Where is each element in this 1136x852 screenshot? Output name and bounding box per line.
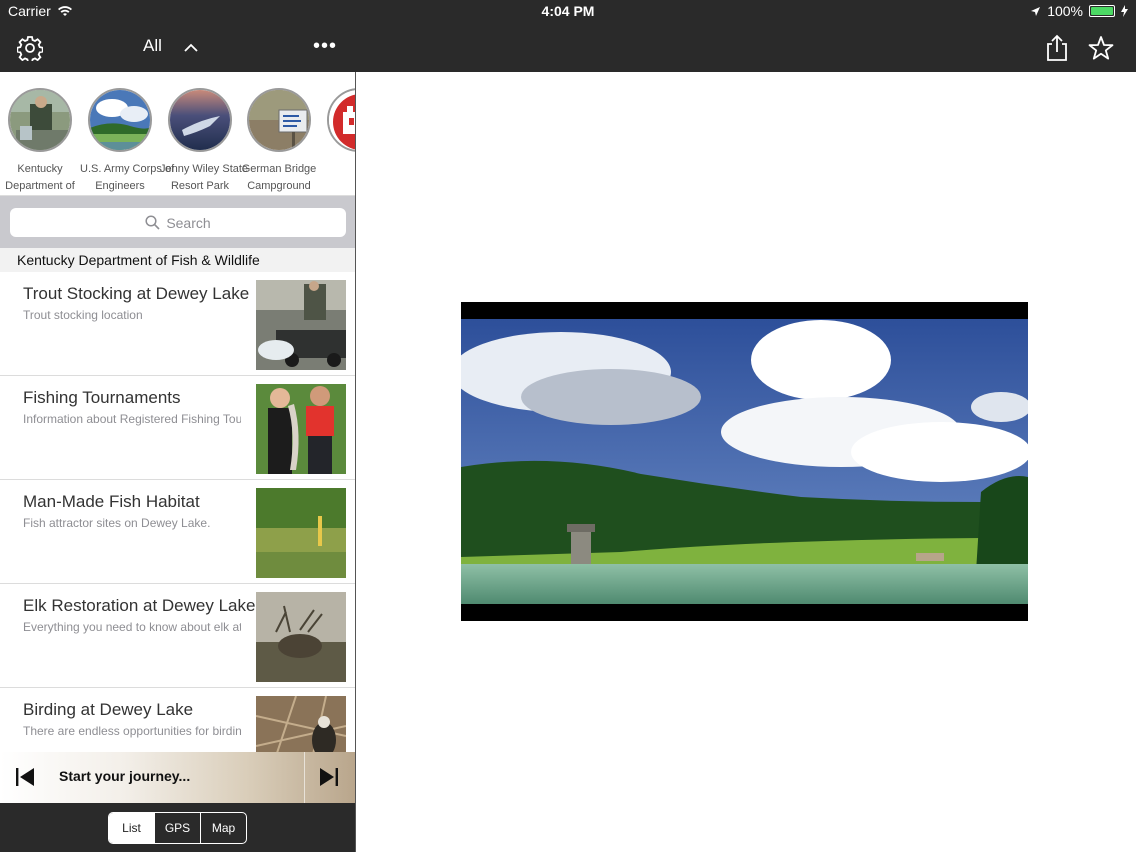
skip-forward-icon[interactable] (318, 766, 340, 788)
category-thumbnail (168, 88, 232, 152)
list-item-subtitle: Everything you need to know about elk at… (23, 620, 241, 634)
list-item-thumbnail (256, 696, 346, 752)
category-item[interactable]: Kentucky Department of (0, 88, 80, 195)
section-header: Kentucky Department of Fish & Wildlife (0, 248, 355, 272)
list-item-thumbnail (256, 488, 346, 578)
list-item-subtitle: Fish attractor sites on Dewey Lake. (23, 516, 211, 530)
journey-separator (304, 752, 305, 803)
category-thumbnail (8, 88, 72, 152)
list-item-subtitle: Trout stocking location (23, 308, 143, 322)
list-item-thumbnail (256, 592, 346, 682)
segment-list[interactable]: List (109, 813, 154, 843)
filter-title[interactable]: All (0, 36, 305, 56)
bottom-toolbar: List GPS Map (0, 803, 355, 852)
category-thumbnail (247, 88, 311, 152)
list-item[interactable]: Fishing Tournaments Information about Re… (0, 376, 355, 480)
journey-bar: Start your journey... (0, 752, 355, 803)
share-icon[interactable] (1044, 34, 1070, 62)
journey-label[interactable]: Start your journey... (59, 768, 190, 784)
list-item[interactable]: Man-Made Fish Habitat Fish attractor sit… (0, 480, 355, 584)
category-item[interactable]: Jenny Wiley State Resort Park (160, 88, 249, 195)
search-icon (145, 215, 160, 230)
category-strip[interactable]: Kentucky Department of U.S. Army Corps o… (0, 72, 355, 196)
star-outline-icon[interactable] (1088, 35, 1114, 61)
list-item[interactable]: Elk Restoration at Dewey Lake Everything… (0, 584, 355, 688)
category-label: Jenny Wiley State Resort Park (160, 163, 249, 192)
category-label: Kentucky Department of (5, 163, 75, 192)
detail-photo (461, 302, 1028, 621)
segment-map[interactable]: Map (200, 813, 246, 843)
status-bar: Carrier 4:04 PM 100% (0, 0, 1136, 24)
category-label: German Bridge Campground (241, 163, 317, 192)
list-item-title: Elk Restoration at Dewey Lake (23, 596, 256, 615)
list-item-title: Fishing Tournaments (23, 388, 181, 407)
list-item[interactable]: Trout Stocking at Dewey Lake Trout stock… (0, 272, 355, 376)
category-thumbnail (88, 88, 152, 152)
category-item[interactable]: U.S. Army Corps of Engineers (80, 88, 175, 195)
list-item-title: Trout Stocking at Dewey Lake (23, 284, 250, 303)
battery-percent: 100% (1047, 3, 1083, 19)
view-mode-segmented-control: List GPS Map (108, 812, 247, 844)
list-item[interactable]: Birding at Dewey Lake There are endless … (0, 688, 355, 752)
list-item-title: Man-Made Fish Habitat (23, 492, 200, 511)
dam-lake-photo (461, 302, 1028, 621)
category-item[interactable]: German Bridge Campground (239, 88, 319, 195)
battery-icon (1089, 5, 1115, 17)
list-item-thumbnail (256, 280, 346, 370)
list-item-title: Birding at Dewey Lake (23, 700, 194, 719)
category-item[interactable]: I (319, 88, 355, 178)
category-label: U.S. Army Corps of Engineers (80, 163, 175, 192)
left-nav-bar: All ••• (0, 24, 355, 72)
category-thumbnail (327, 88, 355, 152)
search-placeholder: Search (166, 214, 211, 231)
poi-list[interactable]: Trout Stocking at Dewey Lake Trout stock… (0, 272, 355, 752)
more-options-button[interactable]: ••• (313, 36, 337, 60)
list-item-subtitle: There are endless opportunities for bird… (23, 724, 241, 738)
charging-bolt-icon (1121, 5, 1128, 17)
split-divider (355, 72, 356, 852)
list-item-thumbnail (256, 384, 346, 474)
list-item-subtitle: Information about Registered Fishing Tou… (23, 412, 241, 426)
battery-fill (1091, 7, 1113, 15)
chevron-up-icon[interactable] (182, 39, 200, 57)
location-arrow-icon (1031, 6, 1041, 16)
skip-back-icon[interactable] (14, 766, 36, 788)
status-time: 4:04 PM (541, 3, 595, 19)
right-nav-bar (355, 24, 1136, 72)
segment-gps[interactable]: GPS (154, 813, 200, 843)
search-bar: Search (0, 196, 355, 248)
category-label: I (319, 161, 355, 178)
status-right: 100% (1030, 3, 1128, 19)
search-input[interactable]: Search (10, 208, 346, 237)
